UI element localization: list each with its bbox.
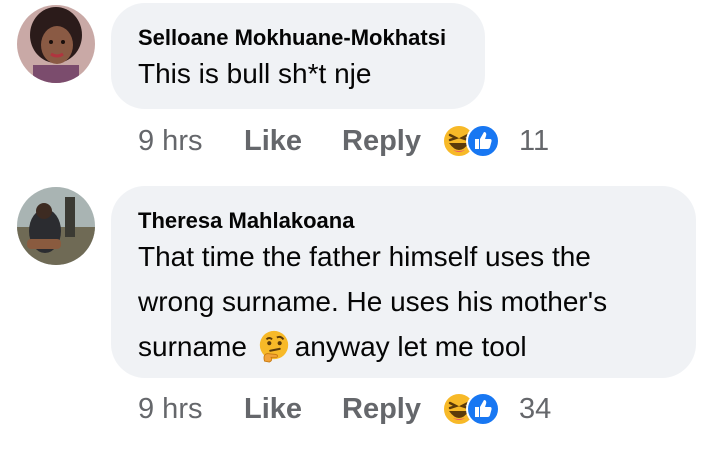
comment-text-fragment: surname	[138, 331, 247, 362]
timestamp[interactable]: 9 hrs	[138, 125, 202, 158]
comment-bubble: Theresa Mahlakoana That time the father …	[111, 186, 696, 378]
reaction-count[interactable]: 11	[519, 125, 549, 158]
comment-actions: 9 hrs Like Reply 11	[0, 123, 720, 165]
avatar[interactable]	[17, 187, 95, 265]
comment-text-fragment: anyway let me tool	[294, 331, 527, 362]
reactions-summary[interactable]	[441, 391, 503, 427]
thinking-face-icon	[259, 330, 288, 363]
comment-text: That time the father himself uses the wr…	[138, 234, 607, 369]
comment-text-line: wrong surname. He uses his mother's	[138, 286, 608, 317]
comment-author[interactable]: Selloane Mokhuane-Mokhatsi	[138, 25, 446, 51]
comment-text-line: That time the father himself uses the	[138, 241, 591, 272]
avatar[interactable]	[17, 5, 95, 83]
reply-button[interactable]: Reply	[342, 393, 421, 426]
reply-button[interactable]: Reply	[342, 125, 421, 158]
like-icon	[466, 124, 500, 158]
comment-text: This is bull sh*t nje	[138, 51, 371, 96]
timestamp[interactable]: 9 hrs	[138, 393, 202, 426]
comment-text-line: This is bull sh*t nje	[138, 58, 372, 89]
comment-actions: 9 hrs Like Reply 34	[0, 391, 720, 433]
like-button[interactable]: Like	[244, 393, 302, 426]
like-icon	[466, 392, 500, 426]
reaction-count[interactable]: 34	[519, 393, 551, 426]
comment-author[interactable]: Theresa Mahlakoana	[138, 208, 354, 234]
reactions-summary[interactable]	[441, 123, 503, 159]
comment-text-line: surname anyway let me tool	[138, 324, 607, 369]
like-button[interactable]: Like	[244, 125, 302, 158]
comment-bubble: Selloane Mokhuane-Mokhatsi This is bull …	[111, 3, 485, 109]
